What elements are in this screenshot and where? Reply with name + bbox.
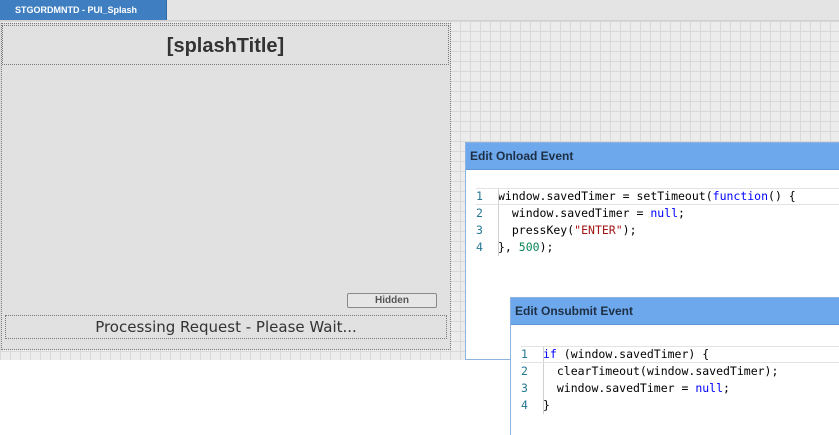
processing-message[interactable]: Processing Request - Please Wait...: [5, 315, 447, 339]
code-line[interactable]: 3 pressKey("ENTER");: [476, 222, 839, 239]
hidden-button[interactable]: Hidden: [347, 293, 437, 308]
line-number: 2: [521, 364, 528, 378]
code-token: ;: [723, 381, 730, 395]
gutter-divider: [498, 239, 499, 256]
code-editor[interactable]: 1 window.savedTimer = setTimeout(function…: [476, 188, 839, 256]
splash-title[interactable]: [splashTitle]: [2, 25, 449, 65]
code-token: );: [539, 240, 554, 254]
line-number: 1: [521, 347, 528, 361]
line-number: 3: [521, 381, 528, 395]
code-token: pressKey(: [498, 223, 575, 237]
code-token: () {: [768, 189, 796, 203]
line-number: 1: [476, 189, 483, 203]
code-line[interactable]: 2 clearTimeout(window.savedTimer);: [521, 363, 839, 380]
gutter-divider: [498, 205, 499, 222]
code-token: "ENTER": [574, 223, 623, 237]
code-token: window.savedTimer =: [543, 381, 696, 395]
code-token: 500: [518, 240, 540, 254]
code-token: (window.savedTimer) {: [556, 347, 710, 361]
gutter-divider: [543, 347, 544, 362]
code-token: window.savedTimer = setTimeout(: [498, 189, 713, 203]
line-number: 3: [476, 223, 483, 237]
code-token: }: [543, 398, 550, 412]
tab-pui-splash[interactable]: STGORDMNTD - PUI_Splash: [0, 0, 167, 20]
code-token: clearTimeout(window.savedTimer);: [543, 364, 779, 378]
line-number: 4: [521, 398, 528, 412]
code-line[interactable]: 3 window.savedTimer = null;: [521, 380, 839, 397]
code-token: if: [543, 347, 557, 361]
code-token: null: [695, 381, 724, 395]
code-token: ;: [678, 206, 685, 220]
code-line[interactable]: 1 if (window.savedTimer) {: [521, 346, 839, 363]
edit-onsubmit-event-dialog[interactable]: Edit Onsubmit Event 1 if (window.savedTim…: [510, 297, 839, 435]
line-number: 2: [476, 206, 483, 220]
line-number: 4: [476, 240, 483, 254]
code-line[interactable]: 1 window.savedTimer = setTimeout(function…: [476, 188, 839, 205]
code-token: function: [712, 189, 769, 203]
gutter-divider: [498, 189, 499, 204]
gutter-divider: [543, 363, 544, 380]
code-token: null: [650, 206, 679, 220]
code-token: );: [622, 223, 637, 237]
code-line[interactable]: 4}, 500);: [476, 239, 839, 256]
code-line[interactable]: 2 window.savedTimer = null;: [476, 205, 839, 222]
code-line[interactable]: 4}: [521, 397, 839, 414]
code-token: },: [498, 240, 519, 254]
dialog-title[interactable]: Edit Onsubmit Event: [511, 298, 839, 325]
gutter-divider: [543, 380, 544, 397]
gutter-divider: [543, 397, 544, 414]
code-editor[interactable]: 1 if (window.savedTimer) { 2 clearTimeout(…: [521, 346, 839, 414]
code-token: window.savedTimer =: [498, 206, 651, 220]
tab-strip: STGORDMNTD - PUI_Splash: [0, 0, 839, 21]
dialog-title[interactable]: Edit Onload Event: [466, 143, 839, 170]
gutter-divider: [498, 222, 499, 239]
